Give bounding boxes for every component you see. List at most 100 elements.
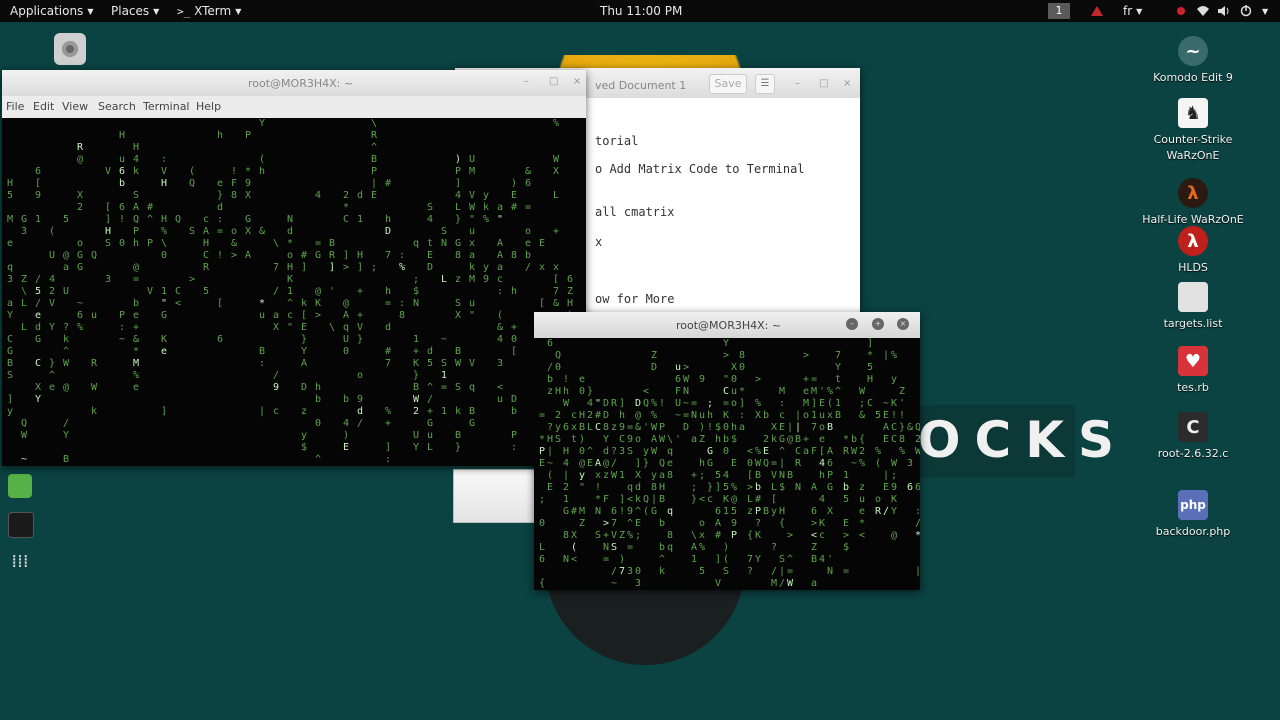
matrix-column: Y ( h & * u B : |	[258, 118, 266, 417]
power-icon[interactable]	[1240, 5, 1252, 17]
matrix-column: # ] k [ E } Y A D z y $	[300, 250, 308, 453]
places-menu[interactable]: Places ▼	[111, 4, 159, 18]
desktop-icon-label: HLDS	[1178, 261, 1208, 274]
desktop-icon-hlds[interactable]: λ HLDS	[1138, 226, 1248, 276]
menu-help[interactable]: Help	[196, 100, 221, 113]
xterm-titlebar[interactable]: root@MOR3H4X: ~ – + ×	[534, 312, 920, 338]
matrix-column: h e } d : = ! [ 6	[216, 130, 224, 345]
places-label: Places	[111, 4, 150, 18]
matrix-column: # ^ P V	[146, 202, 154, 297]
active-app-menu[interactable]: >_ XTerm ▼	[177, 4, 241, 18]
desktop-icon-backdoor[interactable]: php backdoor.php	[1138, 490, 1248, 540]
disk-icon[interactable]	[54, 33, 86, 65]
minimize-icon[interactable]: –	[524, 76, 529, 87]
matrix-column: ( Q S >	[188, 166, 196, 285]
maximize-icon[interactable]: □	[819, 78, 828, 89]
desktop-icon-label: tes.rb	[1177, 381, 1209, 394]
maximize-icon[interactable]: +	[872, 318, 884, 330]
matrix-column: 4 = G @ K > h b 0 ^	[314, 190, 322, 465]
hlds-icon: λ	[1178, 226, 1208, 256]
matrix-column: \ R ^ B P | E ;	[370, 118, 378, 273]
chevron-down-icon: ▼	[87, 7, 94, 16]
matrix-column: : % : 8	[398, 250, 406, 321]
save-button[interactable]: Save	[709, 74, 747, 94]
minimize-icon[interactable]: –	[846, 318, 858, 330]
workspace-indicator[interactable]: 1	[1048, 3, 1070, 19]
menu-search[interactable]: Search	[98, 100, 136, 113]
matrix-column: # h D 7 h = d # 7 % + ] :	[384, 178, 392, 465]
applications-label: Applications	[10, 4, 84, 18]
matrix-column: H u 6 b 6 ! 0 P : ~	[118, 130, 126, 345]
menu-view[interactable]: View	[62, 100, 88, 113]
wifi-icon[interactable]	[1196, 5, 1209, 17]
matrix-column: 2 * C ] > @ A q U 0 b 4 ) E	[342, 190, 350, 453]
terminal-window[interactable]: root@MOR3H4X: ~ – □ × File Edit View Sea…	[2, 70, 586, 466]
desktop-icon-label: Komodo Edit 9	[1153, 71, 1233, 84]
desktop-icon-komodo[interactable]: ~ Komodo Edit 9	[1138, 36, 1248, 86]
keyboard-layout-label: fr	[1123, 4, 1133, 18]
matrix-column: G 3 Z \ L L Q W ~	[20, 214, 28, 465]
matrix-column: 6 [ 9 1 / 5 / e d G C X Y	[34, 166, 42, 405]
php-file-icon: php	[1178, 490, 1208, 520]
chevron-down-icon[interactable]: ▼	[1258, 4, 1268, 18]
active-app-label: XTerm	[194, 4, 232, 18]
record-icon[interactable]	[1175, 5, 1187, 17]
desktop-icon-label: root-2.6.32.c	[1157, 447, 1229, 460]
clock[interactable]: Thu 11:00 PM	[600, 4, 682, 18]
terminal-menubar: File Edit View Search Terminal Help	[2, 96, 586, 118]
small-dialog[interactable]	[453, 469, 537, 523]
terminal-matrix-output[interactable]: H 5 M e q 3 a Y C G B S ] y G 3 Z \ L L …	[2, 118, 586, 466]
matrix-column: q ; $ N 1 + K } B W 2 U Y	[412, 238, 420, 453]
matrix-column: ) E # 8 h + 0 [ D b P :	[510, 178, 518, 453]
gedit-line: ow for More	[595, 292, 675, 306]
terminal-icon: >_	[177, 5, 191, 18]
applications-menu[interactable]: Applications ▼	[10, 4, 93, 18]
desktop-icon-label: targets.list	[1163, 317, 1223, 330]
minimize-icon[interactable]: –	[795, 78, 800, 89]
editor-icon[interactable]	[8, 474, 32, 498]
counter-strike-icon: ♞	[1178, 98, 1208, 128]
xterm-matrix-output[interactable]: = * P E ; 0 L 6 { 6 / b z ? H | ~ ( E Q …	[534, 338, 920, 590]
hamburger-menu-icon[interactable]: ☰	[755, 74, 775, 94]
menu-terminal[interactable]: Terminal	[143, 100, 190, 113]
close-icon[interactable]: ×	[897, 318, 909, 330]
terminal-title: root@MOR3H4X: ~	[248, 77, 354, 90]
gedit-line: x	[595, 235, 603, 249]
alert-icon[interactable]	[1090, 5, 1103, 17]
close-icon[interactable]: ×	[573, 76, 581, 87]
matrix-column: R @ X 2 o G G ~ 6 %	[76, 142, 84, 333]
matrix-column: : V H H % \ 0 1 " G K e ]	[160, 154, 168, 417]
xterm-window[interactable]: root@MOR3H4X: ~ – + × = * P E ; 0 L 6 { …	[534, 312, 920, 590]
desktop-icon-half-life[interactable]: λ Half-Life WaRzOnE	[1138, 178, 1248, 228]
matrix-column: P * 9 X G X A	[244, 130, 252, 261]
desktop-icon-root-c[interactable]: C root-2.6.32.c	[1138, 412, 1248, 462]
close-icon[interactable]: ×	[843, 78, 851, 89]
c-file-icon: C	[1178, 412, 1208, 442]
matrix-column: Q C <	[174, 214, 182, 309]
matrix-column: c A H C R 5	[202, 214, 210, 297]
app-grid-icon[interactable]: ⁞⁞⁞	[8, 550, 32, 574]
menu-file[interactable]: File	[6, 100, 24, 113]
matrix-column: & 6 = o e b /	[524, 166, 532, 273]
desktop-icon-label: backdoor.php	[1155, 525, 1231, 538]
matrix-column: d 1 H ] + + V } o 9 d /	[356, 190, 364, 429]
gedit-line: all cmatrix	[595, 205, 675, 219]
desktop-icon-tes-rb[interactable]: ♥ tes.rb	[1138, 346, 1248, 396]
matrix-column: S 4 t E D d 5 ^ / + G u L	[426, 202, 434, 453]
terminal-titlebar[interactable]: root@MOR3H4X: ~ – □ ×	[2, 70, 586, 96]
menu-edit[interactable]: Edit	[33, 100, 54, 113]
desktop-icon-label: Counter-Strike WaRzOnE	[1153, 133, 1233, 162]
matrix-column: 5 @ a U ? k ^ W @ / Y B	[62, 214, 70, 465]
gedit-line: o Add Matrix Code to Terminal	[595, 162, 805, 176]
matrix-column: B R ] ' \	[328, 238, 336, 333]
volume-icon[interactable]	[1217, 5, 1229, 17]
keyboard-layout[interactable]: fr ▼	[1123, 4, 1142, 18]
matrix-column: H 4 k S A Q P h @ = b e + & * M % e	[132, 142, 140, 393]
desktop-icon-counter-strike[interactable]: ♞ Counter-Strike WaRzOnE	[1138, 98, 1248, 164]
ruby-file-icon: ♥	[1178, 346, 1208, 376]
matrix-column: U M V W " u x a k M u " V q B G	[468, 154, 476, 429]
matrix-column: ! F 8 o & >	[230, 166, 238, 261]
terminal-2-icon[interactable]	[8, 512, 34, 538]
maximize-icon[interactable]: □	[549, 76, 558, 87]
desktop-icon-targets[interactable]: targets.list	[1138, 282, 1248, 332]
